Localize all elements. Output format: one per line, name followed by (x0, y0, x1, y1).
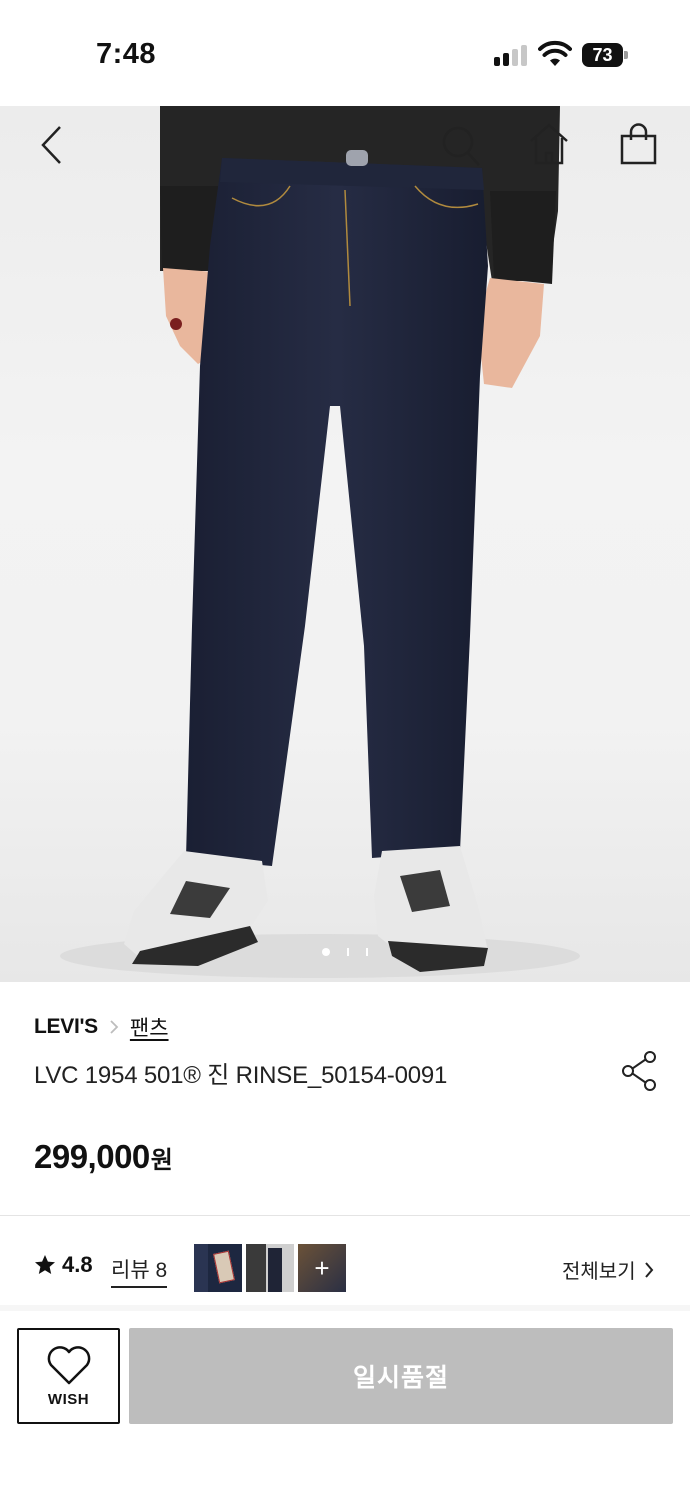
product-price: 299,000 원 (34, 1138, 173, 1176)
breadcrumb: LEVI'S 팬츠 (34, 1012, 169, 1042)
review-thumbnail[interactable] (246, 1244, 294, 1292)
wish-label: WISH (47, 1390, 90, 1408)
divider (0, 1305, 690, 1311)
rating: 4.8 (34, 1252, 93, 1278)
view-all-label: 전체보기 (562, 1261, 636, 1283)
category-link[interactable]: 팬츠 (130, 1012, 169, 1042)
status-time: 7:48 (96, 38, 157, 70)
view-all-reviews-button[interactable]: 전체보기 (562, 1255, 654, 1284)
soldout-button[interactable]: 일시품절 (129, 1328, 673, 1424)
review-count-link[interactable]: 리뷰 8 (111, 1254, 168, 1288)
divider (0, 1215, 690, 1216)
product-image[interactable] (0, 106, 690, 982)
carousel-indicator (322, 948, 368, 956)
rating-value: 4.8 (62, 1252, 93, 1277)
more-photos-icon: + (314, 1252, 330, 1283)
brand-link[interactable]: LEVI'S (34, 1015, 98, 1039)
home-icon[interactable] (528, 122, 570, 166)
review-thumbnail[interactable] (194, 1244, 242, 1292)
carousel-dot (347, 948, 349, 956)
review-thumbnail-more[interactable]: + (298, 1244, 346, 1292)
search-icon[interactable] (440, 124, 482, 168)
heart-icon (47, 1345, 90, 1384)
battery-icon: 73 (582, 43, 628, 67)
wish-button[interactable]: WISH (17, 1328, 120, 1424)
star-icon (35, 1255, 55, 1274)
cellular-signal-icon (494, 44, 530, 66)
battery-level: 73 (582, 43, 623, 67)
chevron-right-icon (644, 1261, 653, 1278)
price-value: 299,000 (34, 1138, 150, 1175)
price-unit: 원 (150, 1147, 173, 1174)
status-bar: 7:48 73 (0, 0, 690, 106)
wifi-icon (538, 40, 572, 66)
carousel-dot (366, 948, 368, 956)
carousel-dot-active (322, 948, 330, 956)
chevron-right-icon (110, 1020, 119, 1034)
shopping-bag-icon[interactable] (618, 122, 660, 166)
review-thumbnails: + (194, 1244, 346, 1292)
product-photo (60, 106, 580, 978)
back-icon[interactable] (38, 124, 66, 166)
share-icon[interactable] (620, 1050, 658, 1092)
product-name: LVC 1954 501® 진 RINSE_50154-0091 (34, 1062, 448, 1089)
